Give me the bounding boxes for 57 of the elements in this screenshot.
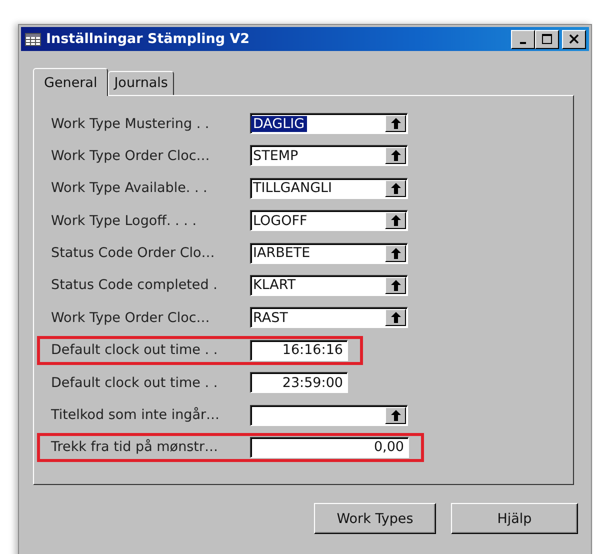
lookup-field[interactable]: RAST [250,307,408,328]
dialog-button[interactable]: Work Types [314,503,436,534]
lookup-button[interactable] [385,212,406,230]
field-value: KLART [252,277,297,294]
lookup-field[interactable] [250,404,408,426]
up-arrow-icon [390,215,400,226]
dialog-button[interactable]: Hjälp [451,503,578,534]
close-button[interactable] [562,30,586,48]
field-label: Default clock out time . . [51,342,219,358]
lookup-field[interactable]: LOGOFF [250,210,408,232]
up-arrow-icon [390,280,400,291]
up-arrow-icon [390,248,400,259]
field-label: Default clock out time . . [51,374,219,391]
field-label: Status Code completed . [51,277,218,294]
lookup-field[interactable]: KLART [250,274,408,296]
field-label: Work Type Order Cloc… [51,310,211,326]
field-value: STEMP [252,148,300,164]
lookup-button[interactable] [385,276,406,294]
up-arrow-icon [390,410,400,421]
up-arrow-icon [390,312,400,324]
up-arrow-icon [390,182,400,194]
field-value: TILLGANGLI [252,180,334,196]
field-value: LOGOFF [252,212,308,229]
table-icon [25,32,41,46]
number-field[interactable]: 0,00 [250,436,409,458]
lookup-field[interactable]: DAGLIG [250,113,408,134]
field-value: IARBETE [252,245,312,262]
close-icon [569,34,579,44]
maximize-icon [542,34,552,44]
lookup-button[interactable] [385,115,406,132]
up-arrow-icon [390,118,400,129]
lookup-field[interactable]: STEMP [250,145,408,166]
tab[interactable]: Journals [108,71,174,95]
lookup-field[interactable]: TILLGANGLI [250,178,408,199]
field-label: Work Type Available. . . [51,180,208,196]
lookup-button[interactable] [385,406,406,424]
lookup-button[interactable] [385,147,406,164]
field-label: Work Type Mustering . . [51,116,210,132]
field-label: Work Type Order Cloc… [51,148,211,164]
minimize-icon [520,42,526,44]
maximize-button[interactable] [535,30,559,48]
tab[interactable]: General [33,68,108,96]
field-label: Trekk fra tid på mønstr… [51,439,219,456]
time-field[interactable]: 16:16:16 [250,340,348,361]
lookup-field[interactable]: IARBETE [250,242,408,264]
up-arrow-icon [390,150,400,162]
minimize-button[interactable] [511,30,535,48]
field-label: Titelkod som inte ingår… [51,407,221,424]
lookup-button[interactable] [385,309,406,326]
field-label: Status Code Order Clo… [51,245,216,262]
lookup-button[interactable] [385,244,406,262]
field-value: DAGLIG [251,116,307,132]
time-field[interactable]: 23:59:00 [250,372,348,394]
field-value: RAST [252,310,289,326]
window-title: Inställningar Stämpling V2 [46,31,251,47]
lookup-button[interactable] [385,180,406,197]
field-label: Work Type Logoff. . . . [51,212,198,229]
